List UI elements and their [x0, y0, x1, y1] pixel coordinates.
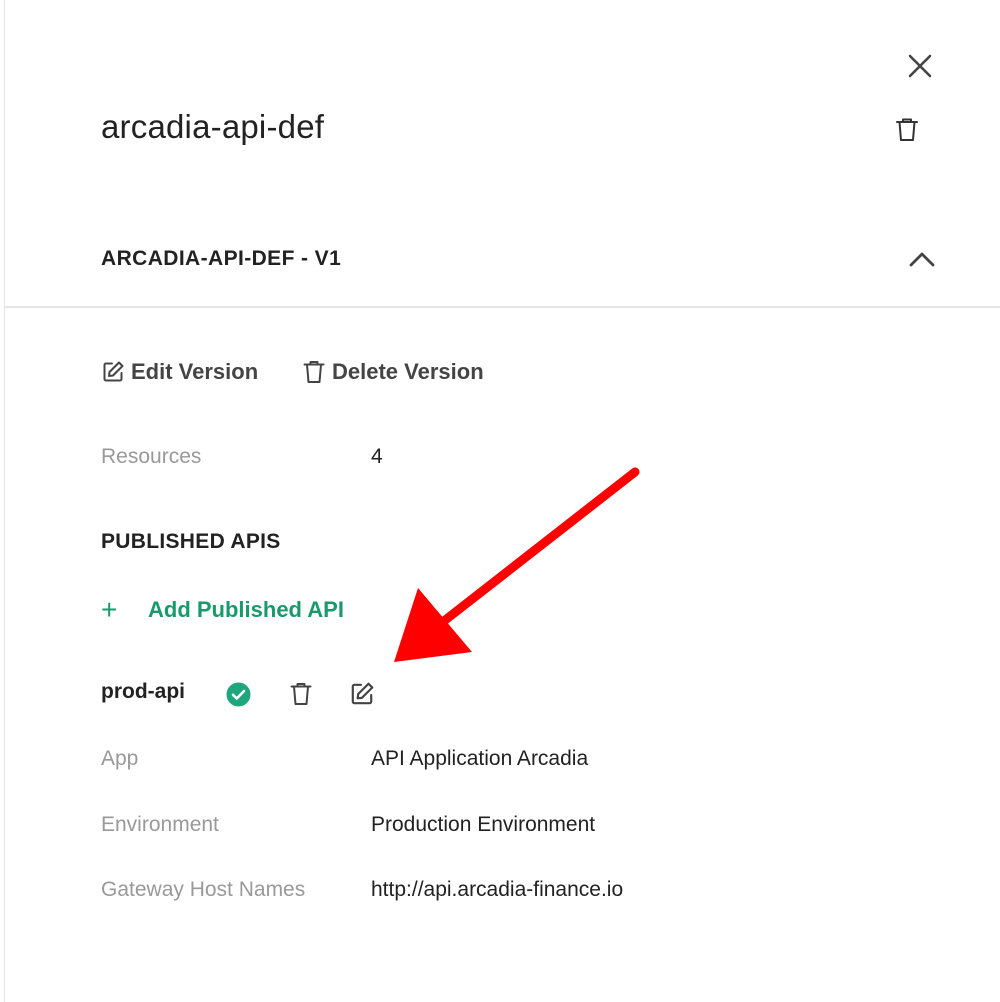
resources-label: Resources	[101, 445, 202, 468]
trash-icon	[290, 683, 312, 705]
panel-left-border	[4, 0, 5, 1002]
delete-definition-button[interactable]	[894, 116, 920, 144]
chevron-up-icon	[909, 252, 935, 267]
add-published-api-button[interactable]: + Add Published API	[101, 594, 344, 626]
environment-value: Production Environment	[371, 813, 596, 836]
edit-version-label: Edit Version	[131, 359, 259, 384]
edit-icon	[103, 361, 124, 382]
delete-version-label: Delete Version	[332, 359, 484, 384]
add-published-api-label: Add Published API	[148, 597, 344, 622]
version-title: ARCADIA-API-DEF - V1	[101, 247, 342, 270]
delete-published-api-button[interactable]	[289, 681, 313, 707]
delete-version-button[interactable]: Delete Version	[302, 356, 484, 388]
plus-icon: +	[101, 594, 118, 625]
environment-label: Environment	[101, 813, 219, 836]
detail-panel: arcadia-api-def ARCADIA-API-DEF - V1 Edi…	[0, 0, 1000, 1002]
published-apis-title: PUBLISHED APIS	[101, 530, 281, 553]
page-title: arcadia-api-def	[101, 108, 325, 145]
edit-version-button[interactable]: Edit Version	[101, 356, 258, 388]
check-circle-icon	[226, 682, 251, 707]
trash-icon	[303, 361, 325, 383]
version-section-header[interactable]: ARCADIA-API-DEF - V1	[5, 220, 1000, 308]
close-icon	[908, 54, 932, 78]
gateway-host-names-label: Gateway Host Names	[101, 878, 306, 901]
gateway-host-names-value: http://api.arcadia-finance.io	[371, 878, 624, 901]
collapse-button[interactable]	[905, 244, 939, 274]
close-button[interactable]	[902, 48, 938, 84]
published-api-name: prod-api	[101, 680, 185, 703]
trash-icon	[896, 118, 918, 141]
edit-published-api-button[interactable]	[349, 681, 375, 707]
edit-icon	[351, 682, 374, 705]
app-label: App	[101, 747, 139, 770]
app-value: API Application Arcadia	[371, 747, 589, 770]
annotation-arrow-icon	[394, 467, 640, 662]
